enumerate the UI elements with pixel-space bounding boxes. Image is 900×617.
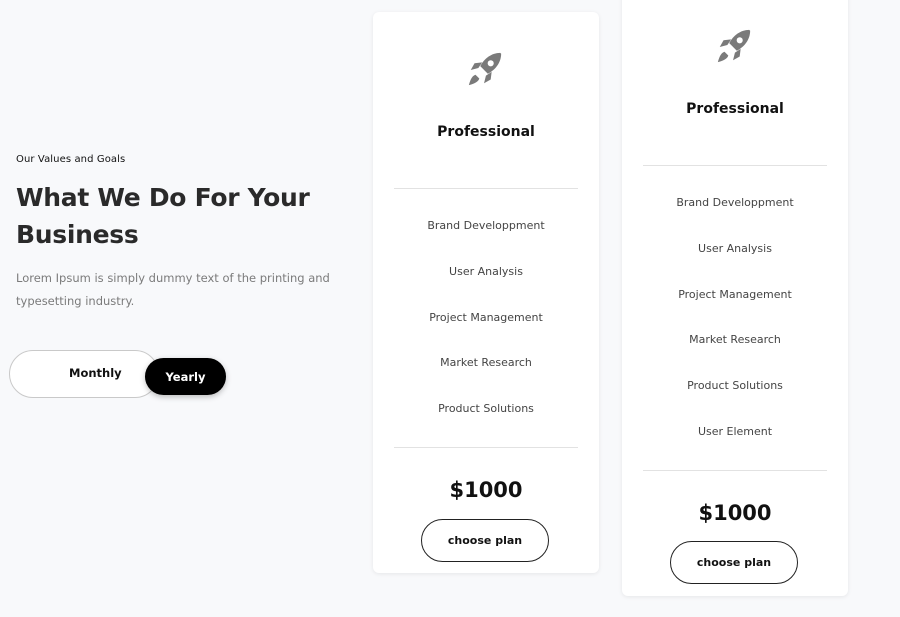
pricing-card: Professional Brand Developpment User Ana… (622, 0, 848, 596)
rocket-icon (717, 29, 751, 63)
divider (394, 447, 578, 448)
feature-item: User Element (697, 424, 773, 438)
plan-price: $1000 (449, 478, 523, 502)
choose-plan-button[interactable]: choose plan (670, 541, 798, 584)
divider (643, 165, 827, 166)
feature-item: Market Research (440, 356, 532, 370)
feature-list: Brand Developpment User Analysis Project… (373, 216, 599, 445)
feature-list: Brand Developpment User Analysis Project… (622, 193, 848, 468)
intro-section: Our Values and Goals What We Do For Your… (16, 150, 346, 313)
feature-item: Product Solutions (687, 379, 783, 393)
section-lead-text: Lorem Ipsum is simply dummy text of the … (16, 271, 330, 308)
plan-price: $1000 (698, 501, 772, 525)
eyebrow-text: Our Values and Goals (16, 154, 126, 165)
feature-item: User Analysis (449, 264, 523, 278)
monthly-option[interactable]: Monthly (69, 366, 122, 380)
divider (643, 470, 827, 471)
feature-item: Brand Developpment (427, 219, 545, 232)
pricing-card: Professional Brand Developpment User Ana… (373, 12, 599, 573)
yearly-option[interactable]: Yearly (145, 358, 226, 395)
feature-item: Project Management (429, 310, 543, 324)
section-headline: What We Do For Your Business (16, 183, 310, 249)
feature-item: Product Solutions (438, 402, 534, 416)
rocket-icon (468, 52, 502, 86)
plan-name: Professional (686, 101, 784, 117)
choose-plan-button[interactable]: choose plan (421, 519, 549, 562)
feature-item: Project Management (678, 287, 792, 301)
feature-item: Market Research (689, 333, 781, 347)
feature-item: User Analysis (698, 241, 772, 255)
feature-item: Brand Developpment (676, 196, 794, 209)
divider (394, 188, 578, 189)
plan-name: Professional (437, 124, 535, 140)
billing-toggle[interactable]: Monthly Yearly (9, 350, 226, 398)
